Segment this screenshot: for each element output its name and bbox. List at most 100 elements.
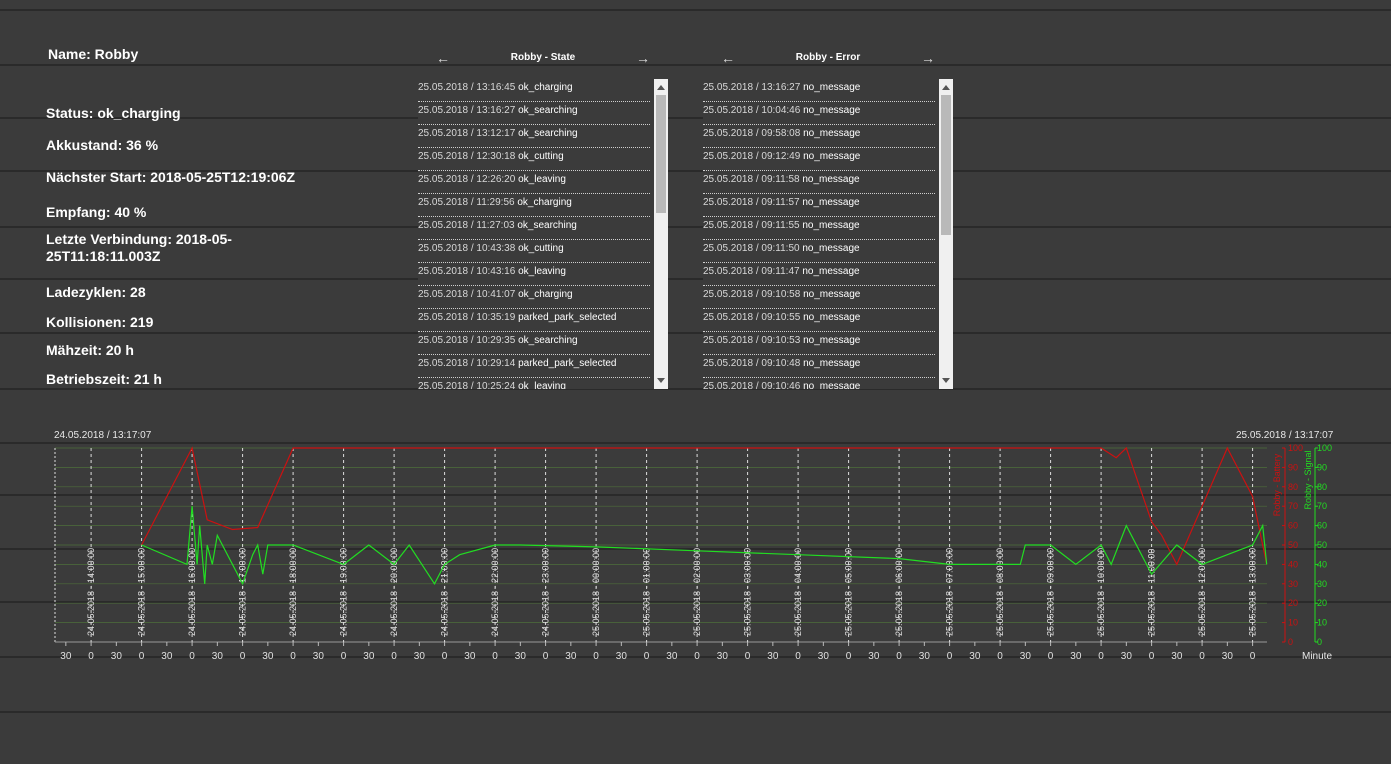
minute-tick-label: 0 [644,651,650,662]
minute-tick-label: 30 [818,651,830,662]
log-row-message: ok_searching [517,220,577,231]
state-log-scrollbar[interactable] [654,79,668,389]
robot-name: Name: Robby [48,46,139,62]
battery-y-tick-label: 90 [1288,462,1298,472]
battery-y-tick-label: 70 [1288,501,1298,511]
x-tick-label: 25.05.2018 - 00:00:00 [591,548,601,636]
scroll-down-icon[interactable] [942,378,950,383]
log-row-message: no_message [802,243,860,254]
signal-y-tick-label: 40 [1317,559,1327,569]
error-log-title: Robby - Error [795,52,861,63]
row-separator [0,64,1391,66]
log-row-message: no_message [802,174,860,185]
minute-tick-label: 30 [363,651,375,662]
scroll-thumb[interactable] [941,95,951,235]
minute-tick-label: 30 [111,651,123,662]
minute-tick-label: 30 [1020,651,1032,662]
log-row: 25.05.2018 / 09:10:46 no_message [703,378,935,389]
next-start: Nächster Start: 2018-05-25T12:19:06Z [46,169,296,185]
battery-level: Akkustand: 36 % [46,137,159,153]
log-row-message: ok_cutting [518,151,564,162]
signal-y-tick-label: 10 [1317,618,1327,628]
log-row-time: 25.05.2018 / 12:26:20 [418,174,516,185]
signal-y-tick-label: 80 [1317,482,1327,492]
scroll-up-icon[interactable] [657,85,665,90]
minute-tick-label: 30 [868,651,880,662]
x-tick-label: 25.05.2018 - 06:00:00 [894,548,904,636]
row-separator [0,117,1391,119]
signal-axis-title: Robby - Signal [1303,450,1313,509]
scroll-up-icon[interactable] [942,85,950,90]
minute-tick-label: 30 [1222,651,1234,662]
x-tick-label: 24.05.2018 - 18:00:00 [288,548,298,636]
log-row-message: ok_charging [518,289,573,300]
x-tick-label: 25.05.2018 - 05:00:00 [844,548,854,636]
log-row-time: 25.05.2018 / 09:10:46 [703,381,801,389]
signal-y-tick-label: 60 [1317,521,1327,531]
log-row: 25.05.2018 / 09:11:58 no_message [703,171,935,194]
minute-tick-label: 30 [1070,651,1082,662]
signal-y-tick-label: 0 [1317,637,1322,647]
minute-tick-label: 30 [919,651,931,662]
log-row: 25.05.2018 / 13:16:27 no_message [703,79,935,102]
error-log-scrollbar[interactable] [939,79,953,389]
log-row-time: 25.05.2018 / 10:43:16 [418,266,516,277]
state-next-arrow-icon[interactable]: → [636,50,650,66]
minute-tick-label: 0 [795,651,801,662]
signal-y-tick-label: 100 [1317,443,1332,453]
log-row: 25.05.2018 / 10:41:07 ok_charging [418,286,650,309]
state-log-title: Robby - State [510,52,576,63]
log-row-time: 25.05.2018 / 13:16:27 [703,82,801,93]
log-row: 25.05.2018 / 09:11:50 no_message [703,240,935,263]
battery-y-tick-label: 0 [1288,637,1293,647]
log-row: 25.05.2018 / 12:26:20 ok_leaving [418,171,650,194]
minute-tick-label: 30 [60,651,72,662]
signal-strength: Empfang: 40 % [46,204,147,220]
log-row-time: 25.05.2018 / 09:11:50 [703,243,800,254]
log-row: 25.05.2018 / 13:12:17 ok_searching [418,125,650,148]
log-row-time: 25.05.2018 / 10:29:35 [418,335,516,346]
log-row: 25.05.2018 / 10:29:35 ok_searching [418,332,650,355]
log-row-message: ok_leaving [518,174,566,185]
log-row: 25.05.2018 / 09:10:53 no_message [703,332,935,355]
minute-tick-label: 30 [969,651,981,662]
row-separator [0,278,1391,280]
log-row-message: no_message [803,381,861,389]
x-tick-label: 24.05.2018 - 22:00:00 [490,548,500,636]
log-row: 25.05.2018 / 10:43:16 ok_leaving [418,263,650,286]
minute-tick-label: 0 [846,651,852,662]
scroll-thumb[interactable] [656,95,666,213]
minute-tick-label: 0 [694,651,700,662]
state-log-list[interactable]: 25.05.2018 / 13:16:45 ok_charging 25.05.2… [418,79,668,389]
minute-tick-label: 0 [189,651,195,662]
last-connection: Letzte Verbindung: 2018-05-25T11:18:11.0… [46,231,232,264]
minute-tick-label: 0 [896,651,902,662]
row-separator [0,388,1391,390]
error-next-arrow-icon[interactable]: → [921,50,935,66]
log-row-time: 25.05.2018 / 11:27:03 [418,220,515,231]
log-row-message: ok_searching [518,128,578,139]
minute-tick-label: 30 [616,651,628,662]
minute-tick-label: 30 [161,651,173,662]
signal-y-tick-label: 90 [1317,462,1327,472]
minute-tick-label: 0 [543,651,549,662]
log-row-message: no_message [803,289,861,300]
x-tick-label: 24.05.2018 - 14:00:00 [86,548,96,636]
log-row-message: ok_charging [518,82,573,93]
scroll-down-icon[interactable] [657,378,665,383]
log-row-message: no_message [803,82,861,93]
log-row-time: 25.05.2018 / 10:35:19 [418,312,516,323]
log-row-time: 25.05.2018 / 10:04:46 [703,105,801,116]
x-tick-label: 25.05.2018 - 09:00:00 [1046,548,1056,636]
minute-tick-label: 30 [717,651,729,662]
error-log-list[interactable]: 25.05.2018 / 13:16:27 no_message 25.05.20… [703,79,953,389]
minute-tick-label: 0 [1149,651,1155,662]
log-row: 25.05.2018 / 09:10:55 no_message [703,309,935,332]
log-row: 25.05.2018 / 09:12:49 no_message [703,148,935,171]
minute-tick-label: 30 [666,651,678,662]
signal-y-tick-label: 30 [1317,579,1327,589]
minute-tick-label: 0 [1048,651,1054,662]
battery-y-tick-label: 100 [1288,443,1303,453]
battery-y-tick-label: 40 [1288,559,1298,569]
log-row-time: 25.05.2018 / 09:11:57 [703,197,800,208]
